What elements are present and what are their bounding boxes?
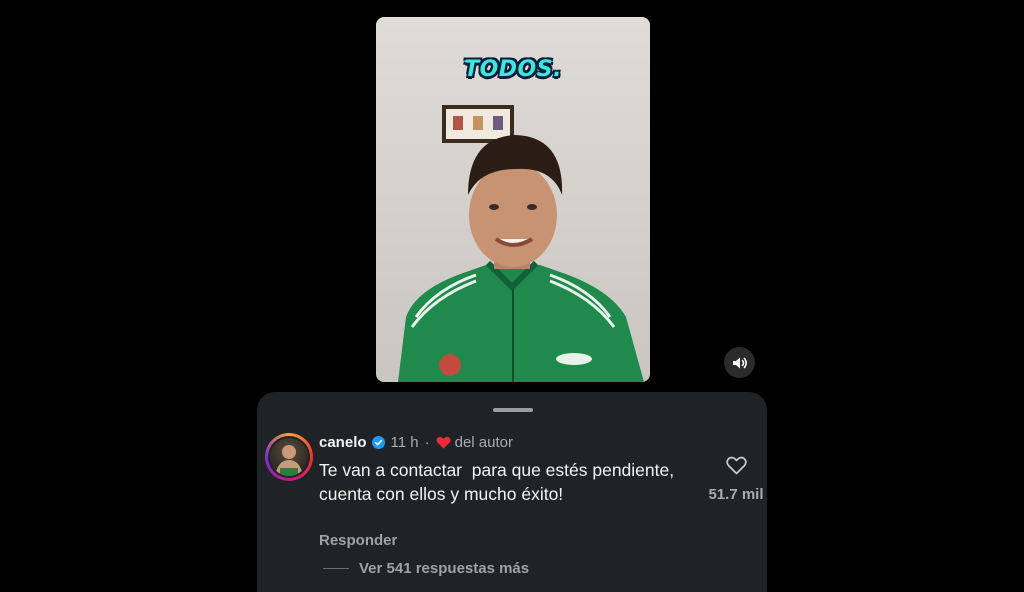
mute-toggle-button[interactable]: [724, 347, 755, 378]
view-more-replies-button[interactable]: Ver 541 respuestas más: [323, 560, 529, 577]
volume-icon: [732, 357, 747, 368]
view-more-replies-label: Ver 541 respuestas más: [359, 560, 530, 577]
comment-text: Te van a contactar para que estés pendie…: [319, 460, 679, 504]
comment-username[interactable]: canelo: [319, 434, 367, 451]
reply-button[interactable]: Responder: [319, 532, 397, 549]
like-button[interactable]: [725, 456, 747, 475]
verified-badge-icon: [371, 436, 385, 449]
replies-divider-line: [323, 568, 349, 569]
heart-outline-icon: [725, 456, 747, 475]
author-like-label: del autor: [454, 434, 513, 451]
story-ring[interactable]: [265, 433, 313, 481]
sheet-drag-handle[interactable]: [493, 408, 533, 412]
comments-sheet: canelo 11 h · del autor Te van a contact…: [257, 392, 767, 592]
video-caption: TODOS.: [464, 57, 562, 82]
meta-separator: ·: [424, 434, 430, 451]
avatar[interactable]: [270, 438, 308, 476]
avatar-image: [275, 445, 303, 476]
comment-meta: canelo 11 h · del autor: [319, 434, 513, 451]
comment-timestamp: 11 h: [390, 434, 419, 451]
comment-like-group: 51.7 mil: [704, 456, 768, 503]
red-heart-icon: [436, 436, 451, 449]
like-count: 51.7 mil: [708, 486, 764, 503]
video-player[interactable]: TODOS.: [376, 17, 650, 382]
